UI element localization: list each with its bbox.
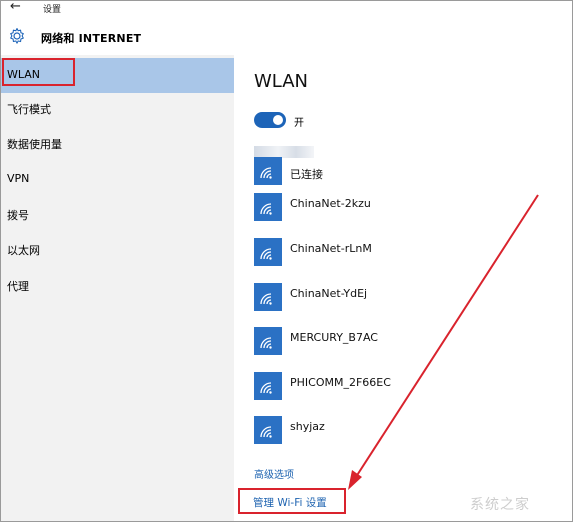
wifi-icon <box>254 327 282 355</box>
title-bar: ← 设置 <box>1 0 572 17</box>
sidebar-item-vpn[interactable]: VPN <box>1 162 234 197</box>
network-name: MERCURY_B7AC <box>290 331 378 344</box>
toggle-label: 开 <box>294 118 304 129</box>
manage-highlight-box <box>238 488 346 514</box>
network-name: ChinaNet-2kzu <box>290 197 371 210</box>
sidebar-item-label: 数据使用量 <box>7 138 62 151</box>
wifi-icon <box>254 416 282 444</box>
page-title: WLAN <box>254 71 309 92</box>
advanced-options-link[interactable]: 高级选项 <box>254 466 294 481</box>
sidebar-item-label: 飞行模式 <box>7 103 51 116</box>
wifi-icon <box>254 238 282 266</box>
sidebar-item-ethernet[interactable]: 以太网 <box>1 232 234 267</box>
network-name: ChinaNet-YdEj <box>290 287 368 300</box>
section-header: 网络和 INTERNET <box>1 17 572 55</box>
sidebar-item-data-usage[interactable]: 数据使用量 <box>1 126 234 161</box>
network-status: 已连接 <box>290 168 323 181</box>
wlan-toggle[interactable] <box>254 112 286 128</box>
main-content <box>234 55 572 521</box>
wifi-icon <box>254 193 282 221</box>
sidebar-item-airplane-mode[interactable]: 飞行模式 <box>1 91 234 126</box>
sidebar: WLAN 飞行模式 数据使用量 VPN 拨号 以太网 代理 <box>1 55 234 521</box>
sidebar-item-label: 以太网 <box>7 244 40 257</box>
app-title: 设置 <box>43 5 62 15</box>
wifi-icon <box>254 372 282 400</box>
back-arrow-icon[interactable]: ← <box>10 0 21 14</box>
network-name: shyjaz <box>290 420 325 433</box>
gear-icon <box>10 27 24 44</box>
watermark-logo: 系统之家 <box>470 497 530 513</box>
network-name: PHICOMM_2F66EC <box>290 376 391 389</box>
wifi-icon <box>254 283 282 311</box>
wlan-highlight-box <box>2 58 75 86</box>
sidebar-item-dial-up[interactable]: 拨号 <box>1 197 234 232</box>
sidebar-item-label: 代理 <box>7 280 29 293</box>
wifi-icon <box>254 157 282 185</box>
section-title: 网络和 INTERNET <box>41 32 142 45</box>
sidebar-item-label: VPN <box>7 172 30 185</box>
network-name: ChinaNet-rLnM <box>290 242 372 255</box>
sidebar-item-proxy[interactable]: 代理 <box>1 268 234 303</box>
toggle-knob <box>273 115 283 125</box>
sidebar-item-label: 拨号 <box>7 209 29 222</box>
